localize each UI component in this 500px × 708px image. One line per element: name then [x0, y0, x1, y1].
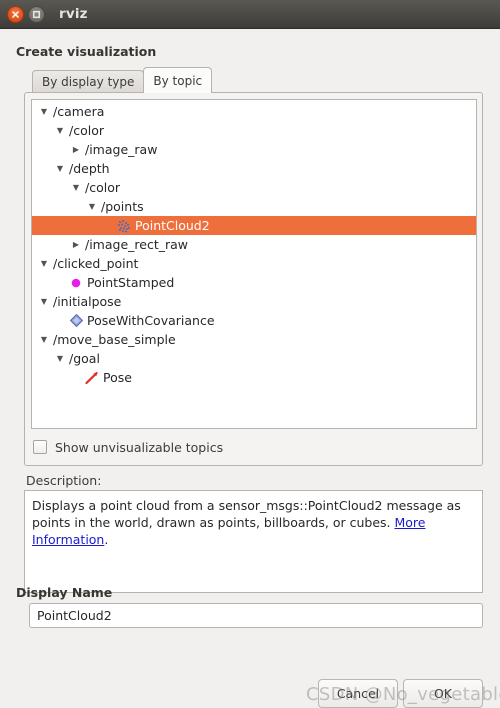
tree-item-label: /camera: [53, 104, 105, 119]
tree-item-initialpose[interactable]: ▼/initialpose: [32, 292, 476, 311]
chevron-down-icon[interactable]: ▼: [85, 202, 99, 211]
pose-arrow-icon: [83, 371, 101, 385]
tree-item-label: Pose: [103, 370, 132, 385]
tree-item-label: /initialpose: [53, 294, 122, 309]
tree-item-label: /image_rect_raw: [85, 237, 188, 252]
chevron-down-icon[interactable]: ▼: [53, 354, 67, 363]
tree-item-goal[interactable]: ▼/goal: [32, 349, 476, 368]
tree-item-label: PointStamped: [87, 275, 175, 290]
cancel-button[interactable]: Cancel: [318, 679, 398, 708]
tree-item-color[interactable]: ▼/color: [32, 121, 476, 140]
tree-item-points[interactable]: ▼/points: [32, 197, 476, 216]
tree-item-label: /color: [69, 123, 104, 138]
chevron-down-icon[interactable]: ▼: [37, 259, 51, 268]
window-titlebar: rviz: [0, 0, 500, 29]
tree-item-depth[interactable]: ▼/depth: [32, 159, 476, 178]
twisty-spacer: ▼: [101, 222, 115, 230]
chevron-down-icon[interactable]: ▼: [53, 126, 67, 135]
tree-item-move-base-simple[interactable]: ▼/move_base_simple: [32, 330, 476, 349]
tree-item-color[interactable]: ▼/color: [32, 178, 476, 197]
chevron-down-icon[interactable]: ▼: [37, 297, 51, 306]
topic-panel: ▼/camera ▼/color ▶/image_raw ▼/depth ▼/color…: [24, 92, 483, 466]
tab-by-topic[interactable]: By topic: [143, 67, 213, 93]
display-name-input[interactable]: PointCloud2: [29, 603, 483, 628]
tree-item-label: /depth: [69, 161, 110, 176]
display-name-heading: Display Name: [16, 585, 113, 600]
display-name-value: PointCloud2: [37, 608, 112, 623]
maximize-icon[interactable]: [28, 5, 45, 23]
pointcloud-icon: [115, 219, 133, 233]
chevron-down-icon[interactable]: ▼: [53, 164, 67, 173]
tree-item-label: PoseWithCovariance: [87, 313, 215, 328]
twisty-spacer: ▼: [69, 374, 83, 382]
tabstrip: By display type By topic: [32, 67, 213, 93]
twisty-spacer: ▼: [53, 279, 67, 287]
topic-tree-rows: ▼/camera ▼/color ▶/image_raw ▼/depth ▼/color…: [32, 102, 476, 387]
tree-item-posewithcovariance[interactable]: ▼ PoseWithCovariance: [32, 311, 476, 330]
chevron-down-icon[interactable]: ▼: [69, 183, 83, 192]
create-visualization-dialog: Create visualization By display type By …: [0, 29, 500, 708]
chevron-down-icon[interactable]: ▼: [37, 107, 51, 116]
twisty-spacer: ▼: [53, 317, 67, 325]
close-icon[interactable]: [7, 5, 24, 23]
chevron-right-icon[interactable]: ▶: [69, 240, 83, 249]
tree-item-pointcloud2[interactable]: ▼ PointCloud2: [32, 216, 476, 235]
tree-item-pointstamped[interactable]: ▼ PointStamped: [32, 273, 476, 292]
chevron-down-icon[interactable]: ▼: [37, 335, 51, 344]
tree-item-label: /clicked_point: [53, 256, 139, 271]
show-unvisualizable-checkbox[interactable]: [33, 440, 47, 454]
window-title: rviz: [59, 6, 88, 22]
tree-item-clicked-point[interactable]: ▼/clicked_point: [32, 254, 476, 273]
tree-item-image-rect-raw[interactable]: ▶/image_rect_raw: [32, 235, 476, 254]
tree-item-label: /points: [101, 199, 144, 214]
tree-item-label: /move_base_simple: [53, 332, 176, 347]
show-unvisualizable-label: Show unvisualizable topics: [55, 439, 224, 455]
point-icon: [67, 276, 85, 290]
tree-item-label: /color: [85, 180, 120, 195]
tree-item-label: PointCloud2: [135, 218, 210, 233]
description-label: Description:: [26, 473, 102, 488]
show-unvisualizable-row[interactable]: Show unvisualizable topics: [33, 437, 223, 457]
tree-item-camera[interactable]: ▼/camera: [32, 102, 476, 121]
tree-item-label: /goal: [69, 351, 100, 366]
tree-item-image-raw[interactable]: ▶/image_raw: [32, 140, 476, 159]
page-title: Create visualization: [16, 44, 157, 59]
chevron-right-icon[interactable]: ▶: [69, 145, 83, 154]
tree-item-pose[interactable]: ▼ Pose: [32, 368, 476, 387]
covariance-icon: [67, 313, 85, 328]
tree-item-label: /image_raw: [85, 142, 158, 157]
ok-button[interactable]: OK: [403, 679, 483, 708]
description-text-tail: .: [104, 532, 109, 547]
description-box: Displays a point cloud from a sensor_msg…: [24, 490, 483, 593]
topic-tree[interactable]: ▼/camera ▼/color ▶/image_raw ▼/depth ▼/color…: [31, 99, 477, 429]
tab-by-display-type[interactable]: By display type: [32, 70, 145, 93]
